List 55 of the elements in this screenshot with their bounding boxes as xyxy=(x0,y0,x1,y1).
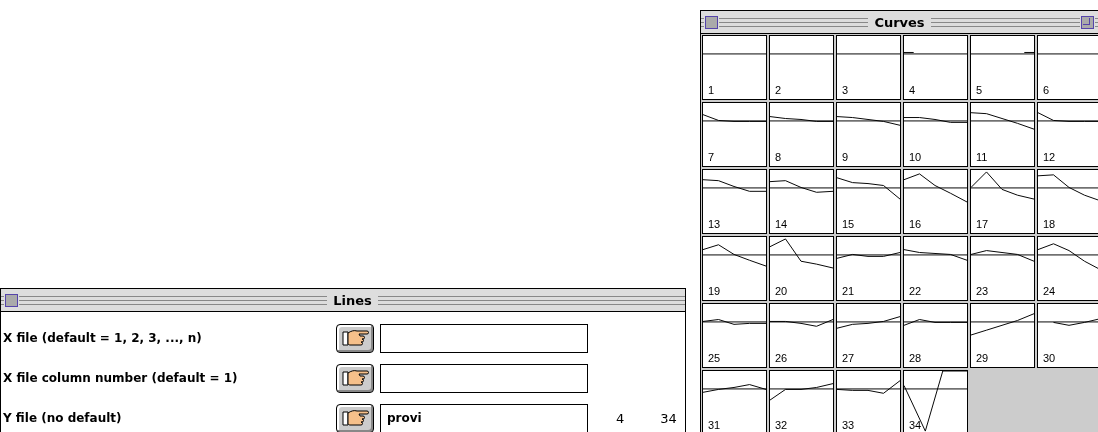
curve-number: 33 xyxy=(842,419,855,431)
curve-number: 21 xyxy=(842,285,855,297)
field-label: Y file (no default) xyxy=(2,411,123,425)
browse-button[interactable] xyxy=(336,323,374,353)
curve-number: 13 xyxy=(708,218,721,230)
sparkline xyxy=(904,371,967,432)
curve-number: 7 xyxy=(708,151,715,163)
curve-number: 9 xyxy=(842,151,849,163)
pointing-hand-icon xyxy=(341,408,369,428)
file-field[interactable] xyxy=(380,323,588,353)
browse-button[interactable] xyxy=(336,363,374,393)
count-readout: 34 xyxy=(660,410,677,426)
curve-number: 4 xyxy=(909,84,916,96)
count-readout: 4 xyxy=(616,410,625,426)
curve-number: 32 xyxy=(775,419,788,431)
curve-number: 22 xyxy=(909,285,922,297)
field-label: X file column number (default = 1) xyxy=(2,371,239,385)
pointing-hand-icon xyxy=(341,368,369,388)
curve-number: 19 xyxy=(708,285,721,297)
curve-number: 25 xyxy=(708,352,721,364)
curve-number: 24 xyxy=(1043,285,1056,297)
browse-button[interactable] xyxy=(336,403,374,432)
curve-number: 34 xyxy=(909,419,922,431)
curve-number: 10 xyxy=(909,151,922,163)
curve-number: 16 xyxy=(909,218,922,230)
curve-number: 26 xyxy=(775,352,788,364)
curve-number: 28 xyxy=(909,352,922,364)
pointing-hand-icon xyxy=(341,328,369,348)
curve-number: 8 xyxy=(775,151,782,163)
curve-number: 20 xyxy=(775,285,788,297)
curve-number: 3 xyxy=(842,84,849,96)
curve-number: 15 xyxy=(842,218,855,230)
curve-number: 1 xyxy=(708,84,715,96)
curve-number: 5 xyxy=(976,84,983,96)
curve-number: 14 xyxy=(775,218,788,230)
curve-number: 18 xyxy=(1043,218,1056,230)
file-field[interactable] xyxy=(380,363,588,393)
close-box[interactable] xyxy=(705,15,718,29)
curve-number: 17 xyxy=(976,218,989,230)
curve-number: 12 xyxy=(1043,151,1056,163)
curve-number: 31 xyxy=(708,419,721,431)
curve-number: 6 xyxy=(1043,84,1050,96)
field-label: X file (default = 1, 2, 3, ..., n) xyxy=(2,331,203,345)
curve-number: 11 xyxy=(976,151,988,163)
curve-number: 23 xyxy=(976,285,989,297)
title-bar[interactable]: Lines xyxy=(1,289,685,312)
window-title: Lines xyxy=(327,292,378,308)
file-field[interactable]: provi xyxy=(380,403,588,432)
zoom-box[interactable] xyxy=(1081,15,1094,29)
close-box[interactable] xyxy=(5,293,18,307)
curve-number: 29 xyxy=(976,352,989,364)
title-bar[interactable]: Curves xyxy=(701,11,1098,34)
curve-number: 2 xyxy=(775,84,782,96)
curve-number: 30 xyxy=(1043,352,1056,364)
curve-number: 27 xyxy=(842,352,855,364)
